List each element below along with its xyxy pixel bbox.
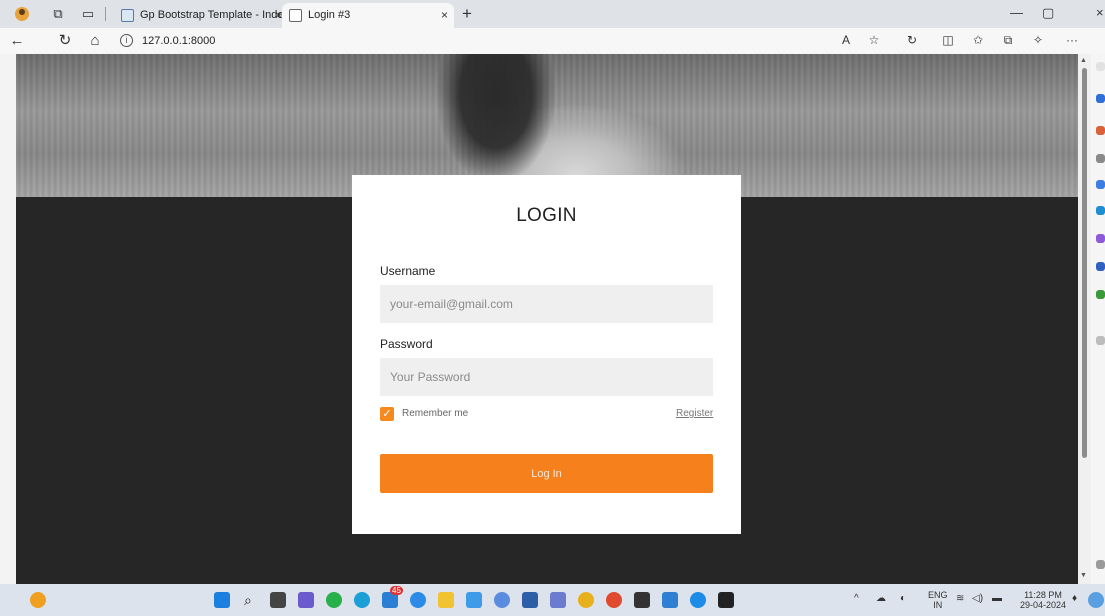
terminal-icon[interactable] [634,592,650,608]
refresh-icon[interactable]: ↻ [904,33,920,47]
tab-label: Gp Bootstrap Template - Index [140,9,289,21]
app-icon[interactable] [494,592,510,608]
profile-avatar-icon[interactable] [14,6,30,22]
login-title: LOGIN [516,205,577,226]
sidebar-office-icon[interactable] [1096,206,1105,215]
search-icon[interactable]: ⌕ [244,592,260,608]
close-window-button[interactable]: × [1096,5,1104,20]
url-text: 127.0.0.1:8000 [142,35,216,47]
tab-close-icon[interactable]: × [441,3,448,28]
chrome-icon[interactable] [578,592,594,608]
page-favicon-icon [121,9,134,22]
region-code: IN [933,600,943,610]
register-link[interactable]: Register [676,408,713,419]
sidebar-settings-icon[interactable] [1096,560,1105,569]
username-input[interactable] [380,285,713,323]
scroll-thumb[interactable] [1082,68,1087,458]
page-favicon-icon [289,9,302,22]
sidebar-search-icon[interactable] [1096,62,1105,71]
file-explorer-icon[interactable] [438,592,454,608]
collections-icon[interactable]: ⧉ [1000,33,1016,48]
read-aloud-icon[interactable]: A [838,33,854,47]
edge-sidebar [1091,54,1105,584]
maximize-button[interactable]: ▢ [1042,5,1054,21]
clock-date: 29-04-2024 [1019,600,1067,610]
home-button[interactable]: ⌂ [86,32,104,50]
volume-icon[interactable]: ◁) [972,594,983,604]
sidebar-outlook-icon[interactable] [1096,262,1105,271]
notification-badge: 45 [390,586,403,595]
sidebar-drop-icon[interactable] [1096,290,1105,299]
scroll-down-arrow-icon[interactable]: ▼ [1080,572,1087,579]
cloud-icon[interactable]: ☁ [876,594,886,604]
tab-close-icon[interactable]: × [275,3,282,28]
remember-me-label: Remember me [402,408,469,419]
browser-tab-bar: ⧉ ▭ Gp Bootstrap Template - Index × Logi… [0,0,1105,28]
battery-icon[interactable]: ▬ [992,594,1002,604]
language-indicator[interactable]: ENG IN [928,590,948,610]
favorite-star-icon[interactable]: ☆ [866,33,882,47]
copilot-icon[interactable] [1088,592,1104,608]
tab-login[interactable]: Login #3 × [282,3,454,28]
split-screen-icon[interactable]: ◫ [940,33,956,47]
windows-taskbar: ⌕ 45 ^ ☁ ◐ ENG IN ≋ ◁) ▬ 11:28 PM 29-04-… [0,584,1105,616]
start-windows-icon[interactable] [214,592,230,608]
wifi-icon[interactable]: ≋ [956,594,964,604]
photos-icon[interactable] [550,592,566,608]
login-card: LOGIN Username Password ✓ Remember me Re… [352,175,741,534]
refresh-button[interactable]: ↻ [56,32,74,50]
word-icon[interactable] [690,592,706,608]
language-code: ENG [928,590,948,600]
sidebar-add-icon[interactable] [1096,336,1105,345]
clock-time: 11:28 PM [1024,590,1062,600]
calculator-icon[interactable] [522,592,538,608]
password-input[interactable] [380,358,713,396]
scroll-up-arrow-icon[interactable]: ▲ [1080,57,1087,64]
tab-separator [105,7,106,21]
more-menu-icon[interactable]: ··· [1064,33,1080,47]
tab-bootstrap-template[interactable]: Gp Bootstrap Template - Index × [114,3,289,28]
vscode-icon[interactable] [662,592,678,608]
username-label: Username [380,264,436,278]
notification-bell-icon[interactable]: ♦ [1072,594,1077,604]
firefox-icon[interactable] [606,592,622,608]
show-hidden-icons-icon[interactable]: ^ [854,594,859,604]
sidebar-designer-icon[interactable] [1096,234,1105,243]
tab-label: Login #3 [308,9,351,21]
sidebar-copilot-icon[interactable] [1096,94,1105,103]
task-view-icon[interactable] [270,592,286,608]
mail-icon[interactable]: 45 [382,586,403,608]
browser-address-bar: ← ↻ ⌂ i 127.0.0.1:8000 A ☆ ↻ ◫ ✩ ⧉ ✧ ··· [0,28,1105,54]
telegram-icon[interactable] [410,592,426,608]
sidebar-tools-icon[interactable] [1096,154,1105,163]
password-label: Password [380,337,433,351]
login-button[interactable]: Log In [380,454,713,493]
sidebar-shopping-icon[interactable] [1096,126,1105,135]
store-icon[interactable] [466,592,482,608]
extensions-icon[interactable]: ✧ [1030,33,1046,47]
weather-widget-icon[interactable] [30,592,46,608]
site-info-icon[interactable]: i [120,34,133,47]
url-field[interactable]: i 127.0.0.1:8000 [120,32,215,50]
favorites-icon[interactable]: ✩ [970,33,986,47]
edge-browser-icon[interactable] [354,592,370,608]
new-tab-button[interactable]: + [462,4,472,24]
back-button[interactable]: ← [8,32,26,50]
clock[interactable]: 11:28 PM 29-04-2024 [1014,590,1072,610]
tab-actions-icon[interactable]: ▭ [80,6,96,22]
onedrive-icon[interactable]: ◐ [900,594,906,604]
workspaces-icon[interactable]: ⧉ [50,6,66,22]
page-viewport: LOGIN Username Password ✓ Remember me Re… [16,54,1078,584]
whatsapp-icon[interactable] [326,592,342,608]
remember-me-checkbox[interactable]: ✓ [380,407,394,421]
page-scrollbar[interactable]: ▲ ▼ [1078,54,1091,584]
minimize-button[interactable]: — [1010,5,1023,20]
sidebar-games-icon[interactable] [1096,180,1105,189]
pycharm-icon[interactable] [718,592,734,608]
teams-icon[interactable] [298,592,314,608]
